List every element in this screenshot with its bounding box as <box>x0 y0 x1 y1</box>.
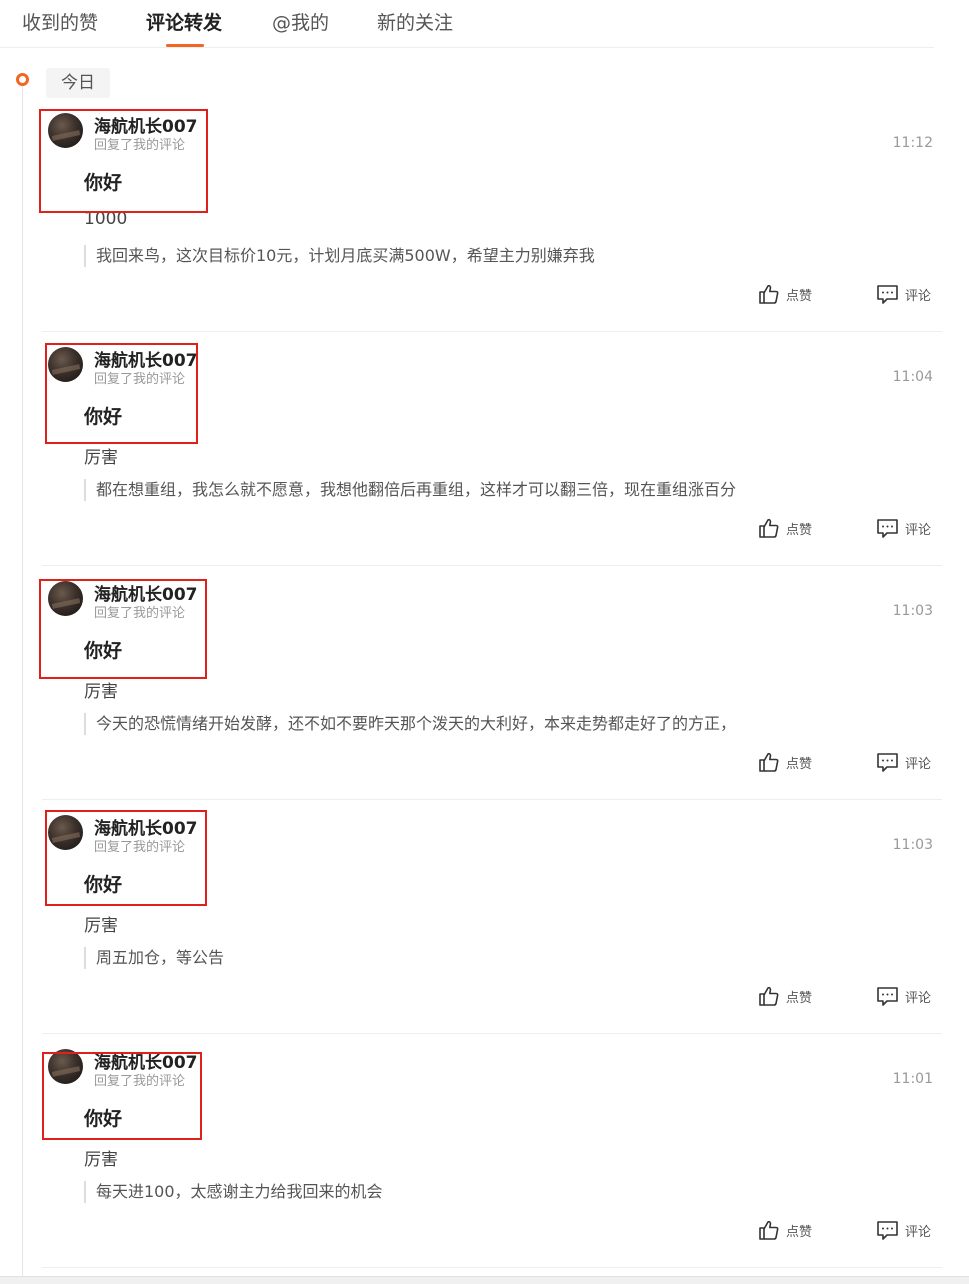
like-button[interactable]: 点赞 <box>758 983 812 1009</box>
comment-button[interactable]: 评论 <box>876 1217 931 1243</box>
thumbs-up-icon <box>759 284 779 304</box>
quoted-post[interactable]: 今天的恐慌情绪开始发酵，还不如不要昨天那个泼天的大利好，本来走势都走好了的方正， <box>84 713 736 735</box>
highlight-box <box>45 810 207 906</box>
original-comment: 厉害 <box>84 916 118 936</box>
highlight-box <box>39 579 207 679</box>
thumbs-up-icon <box>759 752 779 772</box>
like-button[interactable]: 点赞 <box>758 281 812 307</box>
timeline-dot <box>16 73 29 86</box>
horizontal-scrollbar[interactable] <box>0 1276 969 1284</box>
active-tab-indicator <box>166 44 204 47</box>
timestamp: 11:04 <box>892 369 933 385</box>
highlight-box <box>42 1052 202 1140</box>
like-label: 点赞 <box>786 990 813 1006</box>
tab-new-follows[interactable]: 新的关注 <box>377 10 453 36</box>
like-button[interactable]: 点赞 <box>758 749 812 775</box>
like-button[interactable]: 点赞 <box>758 1217 812 1243</box>
original-comment: 厉害 <box>84 448 118 468</box>
tab-mentions[interactable]: @我的 <box>272 10 329 36</box>
tab-bar: 收到的赞 评论转发 @我的 新的关注 <box>0 0 934 48</box>
like-label: 点赞 <box>786 1224 813 1240</box>
comment-label: 评论 <box>905 522 932 538</box>
thumbs-up-icon <box>759 986 779 1006</box>
like-label: 点赞 <box>786 288 813 304</box>
comment-icon <box>877 753 898 772</box>
quoted-post[interactable]: 每天进100，太感谢主力给我回来的机会 <box>84 1181 383 1203</box>
original-comment: 厉害 <box>84 682 118 702</box>
comment-icon <box>877 285 898 304</box>
highlight-box <box>39 109 208 213</box>
comment-label: 评论 <box>905 990 932 1006</box>
timestamp: 11:03 <box>892 603 933 619</box>
thumbs-up-icon <box>759 1220 779 1240</box>
comment-icon <box>877 1221 898 1240</box>
tab-comments-forwards[interactable]: 评论转发 <box>146 10 222 36</box>
comment-button[interactable]: 评论 <box>876 983 931 1009</box>
quoted-post[interactable]: 周五加仓，等公告 <box>84 947 224 969</box>
comment-icon <box>877 987 898 1006</box>
thumbs-up-icon <box>759 518 779 538</box>
comment-label: 评论 <box>905 288 932 304</box>
comment-button[interactable]: 评论 <box>876 281 931 307</box>
original-comment: 厉害 <box>84 1150 118 1170</box>
highlight-box <box>45 343 198 444</box>
like-label: 点赞 <box>786 756 813 772</box>
comment-icon <box>877 519 898 538</box>
comment-button[interactable]: 评论 <box>876 515 931 541</box>
quoted-post[interactable]: 我回来鸟，这次目标价10元，计划月底买满500W，希望主力别嫌弃我 <box>84 245 595 267</box>
comment-label: 评论 <box>905 756 932 772</box>
tab-received-likes[interactable]: 收到的赞 <box>22 10 98 36</box>
comment-button[interactable]: 评论 <box>876 749 931 775</box>
divider <box>42 1267 942 1268</box>
date-label: 今日 <box>46 68 110 98</box>
timestamp: 11:12 <box>892 135 933 151</box>
timestamp: 11:03 <box>892 837 933 853</box>
timestamp: 11:01 <box>892 1071 933 1087</box>
quoted-post[interactable]: 都在想重组，我怎么就不愿意，我想他翻倍后再重组，这样才可以翻三倍，现在重组涨百分 <box>84 479 736 501</box>
like-button[interactable]: 点赞 <box>758 515 812 541</box>
comment-label: 评论 <box>905 1224 932 1240</box>
like-label: 点赞 <box>786 522 813 538</box>
